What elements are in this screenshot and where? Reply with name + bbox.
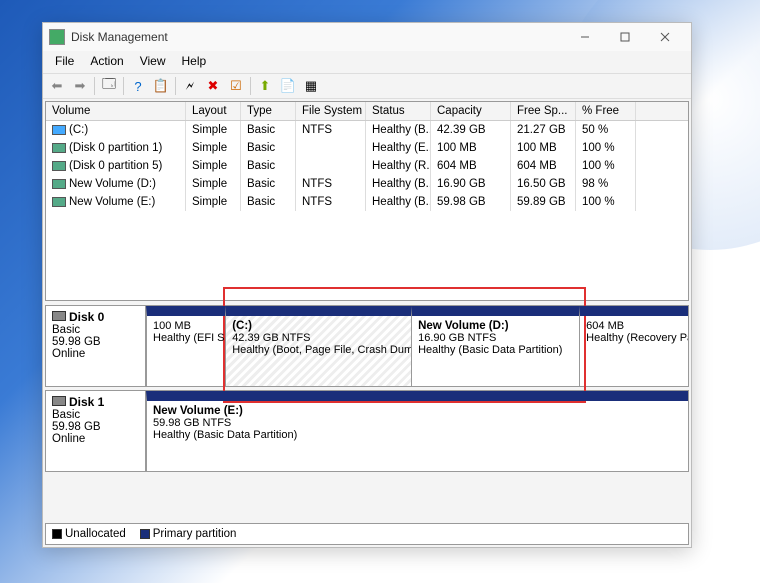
volume-icon [52, 179, 66, 189]
menu-help[interactable]: Help [174, 51, 215, 73]
col-free[interactable]: Free Sp... [511, 102, 576, 120]
col-type[interactable]: Type [241, 102, 296, 120]
table-row[interactable]: (Disk 0 partition 5)SimpleBasicHealthy (… [46, 157, 688, 175]
disk-partitions: New Volume (E:)59.98 GB NTFSHealthy (Bas… [146, 391, 688, 471]
col-layout[interactable]: Layout [186, 102, 241, 120]
toolbar: ⬅ ➡ 🗔 ? 📋 🗲 ✖ ☑ ⬆ 📄 ▦ [43, 73, 691, 99]
grid-button[interactable]: ▦ [300, 75, 322, 97]
menu-file[interactable]: File [47, 51, 82, 73]
refresh-button[interactable]: 🗲 [179, 75, 201, 97]
partition[interactable]: 604 MBHealthy (Recovery Pa [579, 306, 688, 386]
volume-icon [52, 125, 66, 135]
volume-icon [52, 161, 66, 171]
disk-icon [52, 311, 66, 321]
col-volume[interactable]: Volume [46, 102, 186, 120]
disk-row[interactable]: Disk 1Basic59.98 GBOnlineNew Volume (E:)… [45, 390, 689, 472]
table-header: Volume Layout Type File System Status Ca… [46, 102, 688, 121]
col-status[interactable]: Status [366, 102, 431, 120]
close-button[interactable] [645, 24, 685, 50]
table-row[interactable]: (C:)SimpleBasicNTFSHealthy (B...42.39 GB… [46, 121, 688, 139]
minimize-button[interactable] [565, 24, 605, 50]
volume-icon [52, 197, 66, 207]
table-row[interactable]: New Volume (D:)SimpleBasicNTFSHealthy (B… [46, 175, 688, 193]
partition[interactable]: New Volume (D:)16.90 GB NTFSHealthy (Bas… [411, 306, 579, 386]
unallocated-swatch-icon [52, 529, 62, 539]
disk-icon [52, 396, 66, 406]
app-icon [49, 29, 65, 45]
partition[interactable]: (C:)42.39 GB NTFSHealthy (Boot, Page Fil… [225, 306, 411, 386]
show-hide-tree-button[interactable]: 🗔 [98, 75, 120, 97]
maximize-button[interactable] [605, 24, 645, 50]
disk-partitions: 100 MBHealthy (EFI S(C:)42.39 GB NTFSHea… [146, 306, 688, 386]
legend-primary: Primary partition [153, 528, 237, 540]
partition[interactable]: New Volume (E:)59.98 GB NTFSHealthy (Bas… [146, 391, 688, 471]
titlebar[interactable]: Disk Management [43, 23, 691, 51]
col-fs[interactable]: File System [296, 102, 366, 120]
primary-swatch-icon [140, 529, 150, 539]
menu-view[interactable]: View [132, 51, 174, 73]
menu-action[interactable]: Action [82, 51, 131, 73]
partition[interactable]: 100 MBHealthy (EFI S [146, 306, 225, 386]
graphical-view: Disk 0Basic59.98 GBOnline100 MBHealthy (… [45, 305, 689, 545]
list-button[interactable]: 📄 [277, 75, 299, 97]
disk-row[interactable]: Disk 0Basic59.98 GBOnline100 MBHealthy (… [45, 305, 689, 387]
window-title: Disk Management [71, 30, 565, 44]
volume-table[interactable]: Volume Layout Type File System Status Ca… [45, 101, 689, 301]
up-button[interactable]: ⬆ [254, 75, 276, 97]
menubar: File Action View Help [43, 51, 691, 73]
forward-button[interactable]: ➡ [69, 75, 91, 97]
legend: Unallocated Primary partition [45, 523, 689, 545]
table-row[interactable]: New Volume (E:)SimpleBasicNTFSHealthy (B… [46, 193, 688, 211]
disk-label: Disk 1Basic59.98 GBOnline [46, 391, 146, 471]
col-pct[interactable]: % Free [576, 102, 636, 120]
help-button[interactable]: ? [127, 75, 149, 97]
col-capacity[interactable]: Capacity [431, 102, 511, 120]
table-row[interactable]: (Disk 0 partition 1)SimpleBasicHealthy (… [46, 139, 688, 157]
volume-icon [52, 143, 66, 153]
disk-management-window: Disk Management File Action View Help ⬅ … [42, 22, 692, 548]
disk-label: Disk 0Basic59.98 GBOnline [46, 306, 146, 386]
delete-button[interactable]: ✖ [202, 75, 224, 97]
back-button[interactable]: ⬅ [46, 75, 68, 97]
properties-button[interactable]: 📋 [150, 75, 172, 97]
legend-unallocated: Unallocated [65, 528, 126, 540]
check-button[interactable]: ☑ [225, 75, 247, 97]
